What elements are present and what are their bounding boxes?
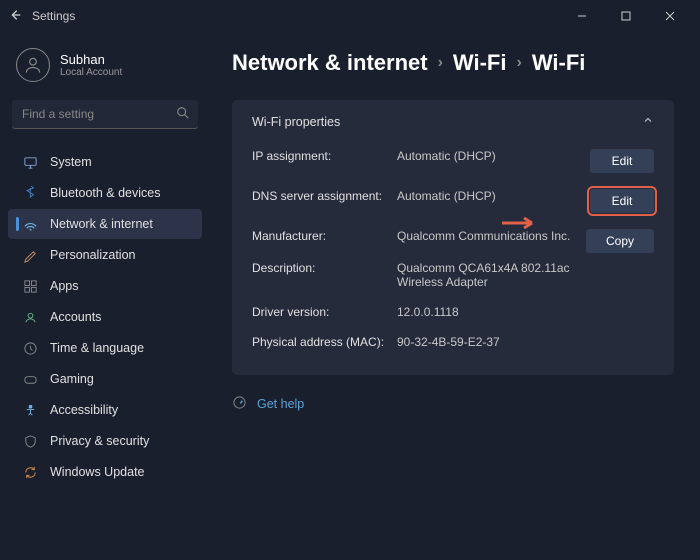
sidebar-item-bluetooth[interactable]: Bluetooth & devices xyxy=(8,178,202,208)
account-name: Subhan xyxy=(60,52,122,67)
row-label: Description: xyxy=(252,261,397,275)
personalization-icon xyxy=(22,247,38,263)
help-icon xyxy=(232,395,247,413)
sidebar-item-label: Windows Update xyxy=(50,465,145,479)
row-value: Qualcomm QCA61x4A 802.11ac Wireless Adap… xyxy=(397,261,587,289)
window-title: Settings xyxy=(32,9,75,23)
search-input[interactable] xyxy=(12,100,198,129)
row-label: Physical address (MAC): xyxy=(252,335,397,349)
sidebar-item-label: Personalization xyxy=(50,248,135,262)
ip-assignment-row: IP assignment: Automatic (DHCP) Edit xyxy=(252,141,654,181)
row-value: Qualcomm Communications Inc. xyxy=(397,229,586,243)
wifi-properties-panel: Wi-Fi properties IP assignment: Automati… xyxy=(232,100,674,375)
mac-address-row: Physical address (MAC): 90-32-4B-59-E2-3… xyxy=(252,327,654,357)
network-icon xyxy=(22,216,38,232)
row-value: 12.0.0.1118 xyxy=(397,305,654,319)
sidebar-item-accessibility[interactable]: Accessibility xyxy=(8,395,202,425)
system-icon xyxy=(22,154,38,170)
avatar xyxy=(16,48,50,82)
breadcrumb: Network & internet › Wi-Fi › Wi-Fi xyxy=(232,50,674,76)
bluetooth-icon xyxy=(22,185,38,201)
sidebar-item-privacy[interactable]: Privacy & security xyxy=(8,426,202,456)
get-help-link[interactable]: Get help xyxy=(232,395,674,413)
search-icon xyxy=(176,106,190,123)
account-type: Local Account xyxy=(60,67,122,78)
row-value: Automatic (DHCP) xyxy=(397,149,590,163)
panel-title: Wi-Fi properties xyxy=(252,115,340,129)
breadcrumb-network[interactable]: Network & internet xyxy=(232,50,428,76)
chevron-right-icon: › xyxy=(516,54,521,72)
sidebar-item-gaming[interactable]: Gaming xyxy=(8,364,202,394)
breadcrumb-current: Wi-Fi xyxy=(532,50,586,76)
chevron-up-icon xyxy=(642,114,654,129)
sidebar-item-label: Network & internet xyxy=(50,217,153,231)
dns-assignment-row: DNS server assignment: Automatic (DHCP) … xyxy=(252,181,654,221)
minimize-button[interactable] xyxy=(560,2,604,30)
panel-header[interactable]: Wi-Fi properties xyxy=(232,100,674,139)
help-label: Get help xyxy=(257,397,304,411)
sidebar-item-network[interactable]: Network & internet xyxy=(8,209,202,239)
sidebar-item-system[interactable]: System xyxy=(8,147,202,177)
edit-dns-button[interactable]: Edit xyxy=(590,189,654,213)
time-icon xyxy=(22,340,38,356)
row-label: DNS server assignment: xyxy=(252,189,397,203)
driver-version-row: Driver version: 12.0.0.1118 xyxy=(252,297,654,327)
close-button[interactable] xyxy=(648,2,692,30)
accounts-icon xyxy=(22,309,38,325)
back-icon[interactable] xyxy=(8,8,22,25)
sidebar-item-time[interactable]: Time & language xyxy=(8,333,202,363)
edit-ip-button[interactable]: Edit xyxy=(590,149,654,173)
sidebar-item-update[interactable]: Windows Update xyxy=(8,457,202,487)
accessibility-icon xyxy=(22,402,38,418)
sidebar-item-label: Gaming xyxy=(50,372,94,386)
shield-icon xyxy=(22,433,38,449)
sidebar-item-label: System xyxy=(50,155,92,169)
sidebar-item-label: Apps xyxy=(50,279,79,293)
copy-button[interactable]: Copy xyxy=(586,229,654,253)
row-label: IP assignment: xyxy=(252,149,397,163)
row-value: 90-32-4B-59-E2-37 xyxy=(397,335,654,349)
account-block[interactable]: Subhan Local Account xyxy=(8,44,202,96)
gaming-icon xyxy=(22,371,38,387)
chevron-right-icon: › xyxy=(438,54,443,72)
sidebar-item-personalization[interactable]: Personalization xyxy=(8,240,202,270)
sidebar-item-label: Time & language xyxy=(50,341,144,355)
manufacturer-row: Manufacturer: Qualcomm Communications In… xyxy=(252,221,654,261)
sidebar-item-apps[interactable]: Apps xyxy=(8,271,202,301)
maximize-button[interactable] xyxy=(604,2,648,30)
sidebar-item-label: Accounts xyxy=(50,310,101,324)
sidebar-item-label: Accessibility xyxy=(50,403,118,417)
update-icon xyxy=(22,464,38,480)
row-label: Driver version: xyxy=(252,305,397,319)
sidebar-item-label: Bluetooth & devices xyxy=(50,186,161,200)
row-value: Automatic (DHCP) xyxy=(397,189,590,203)
row-label: Manufacturer: xyxy=(252,229,397,243)
description-row: Description: Qualcomm QCA61x4A 802.11ac … xyxy=(252,261,654,297)
sidebar-item-accounts[interactable]: Accounts xyxy=(8,302,202,332)
apps-icon xyxy=(22,278,38,294)
breadcrumb-wifi[interactable]: Wi-Fi xyxy=(453,50,507,76)
sidebar-item-label: Privacy & security xyxy=(50,434,149,448)
